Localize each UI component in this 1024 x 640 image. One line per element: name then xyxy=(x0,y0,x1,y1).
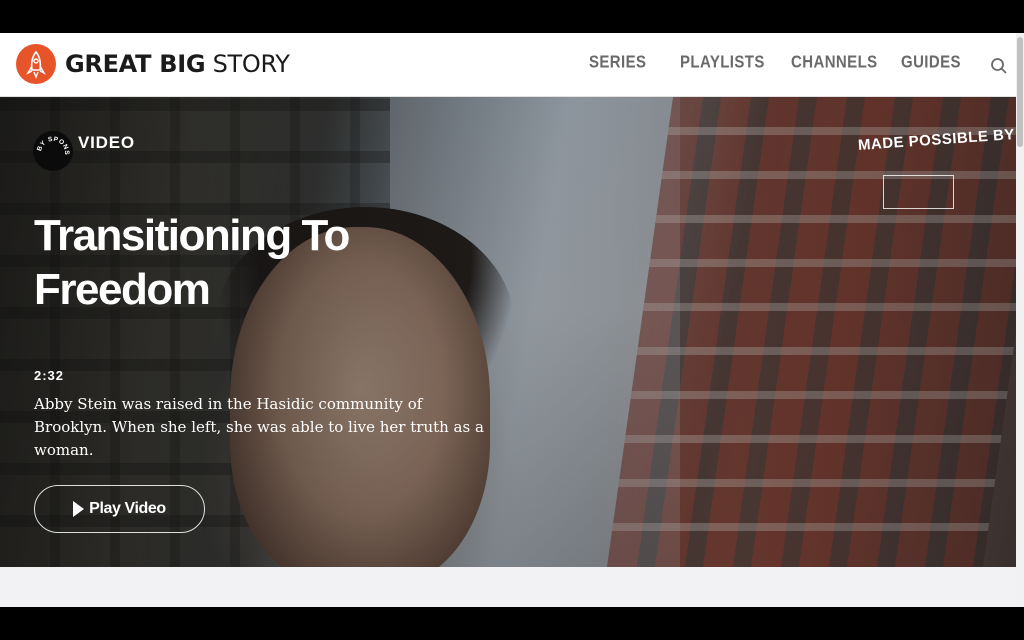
play-video-label: Play Video xyxy=(89,500,166,517)
hero-description: Abby Stein was raised in the Hasidic com… xyxy=(34,395,484,459)
svg-text:BY SPONSOR: BY SPONSOR xyxy=(33,131,70,155)
search-icon[interactable] xyxy=(990,57,1008,75)
nav-playlists[interactable]: PLAYLISTS xyxy=(680,53,765,73)
browser-top-bar xyxy=(0,0,1024,33)
browser-bottom-bar xyxy=(0,607,1024,640)
video-duration: 2:32 xyxy=(34,368,65,383)
site-header: GREAT BIG STORY SERIES PLAYLISTS CHANNEL… xyxy=(0,33,1016,97)
scrollbar-thumb[interactable] xyxy=(1017,37,1023,147)
nav-channels[interactable]: CHANNELS xyxy=(791,53,878,73)
nav-series[interactable]: SERIES xyxy=(589,53,646,73)
content-area-below-hero xyxy=(0,567,1016,607)
content-type-label: VIDEO xyxy=(78,133,135,152)
site-logo[interactable]: GREAT BIG STORY xyxy=(16,44,290,84)
logo-wordmark-light: STORY xyxy=(212,50,290,78)
page: GREAT BIG STORY SERIES PLAYLISTS CHANNEL… xyxy=(0,33,1016,607)
hero-video[interactable]: BY SPONSOR VIDEO Transitioning To Freedo… xyxy=(0,97,1016,567)
page-scrollbar[interactable] xyxy=(1016,33,1024,607)
logo-wordmark: GREAT BIG STORY xyxy=(65,50,290,78)
rocket-logo-icon xyxy=(16,44,56,84)
sponsor-badge: BY SPONSOR xyxy=(30,126,73,171)
play-icon xyxy=(73,501,85,517)
logo-wordmark-bold: GREAT BIG xyxy=(65,50,206,78)
nav-guides[interactable]: GUIDES xyxy=(901,53,961,73)
sponsor-badge-text: BY SPONSOR xyxy=(30,126,69,155)
sponsor-logo-box[interactable] xyxy=(883,175,954,209)
hero-title: Transitioning To Freedom xyxy=(34,211,350,314)
play-video-button[interactable]: Play Video xyxy=(34,485,205,533)
